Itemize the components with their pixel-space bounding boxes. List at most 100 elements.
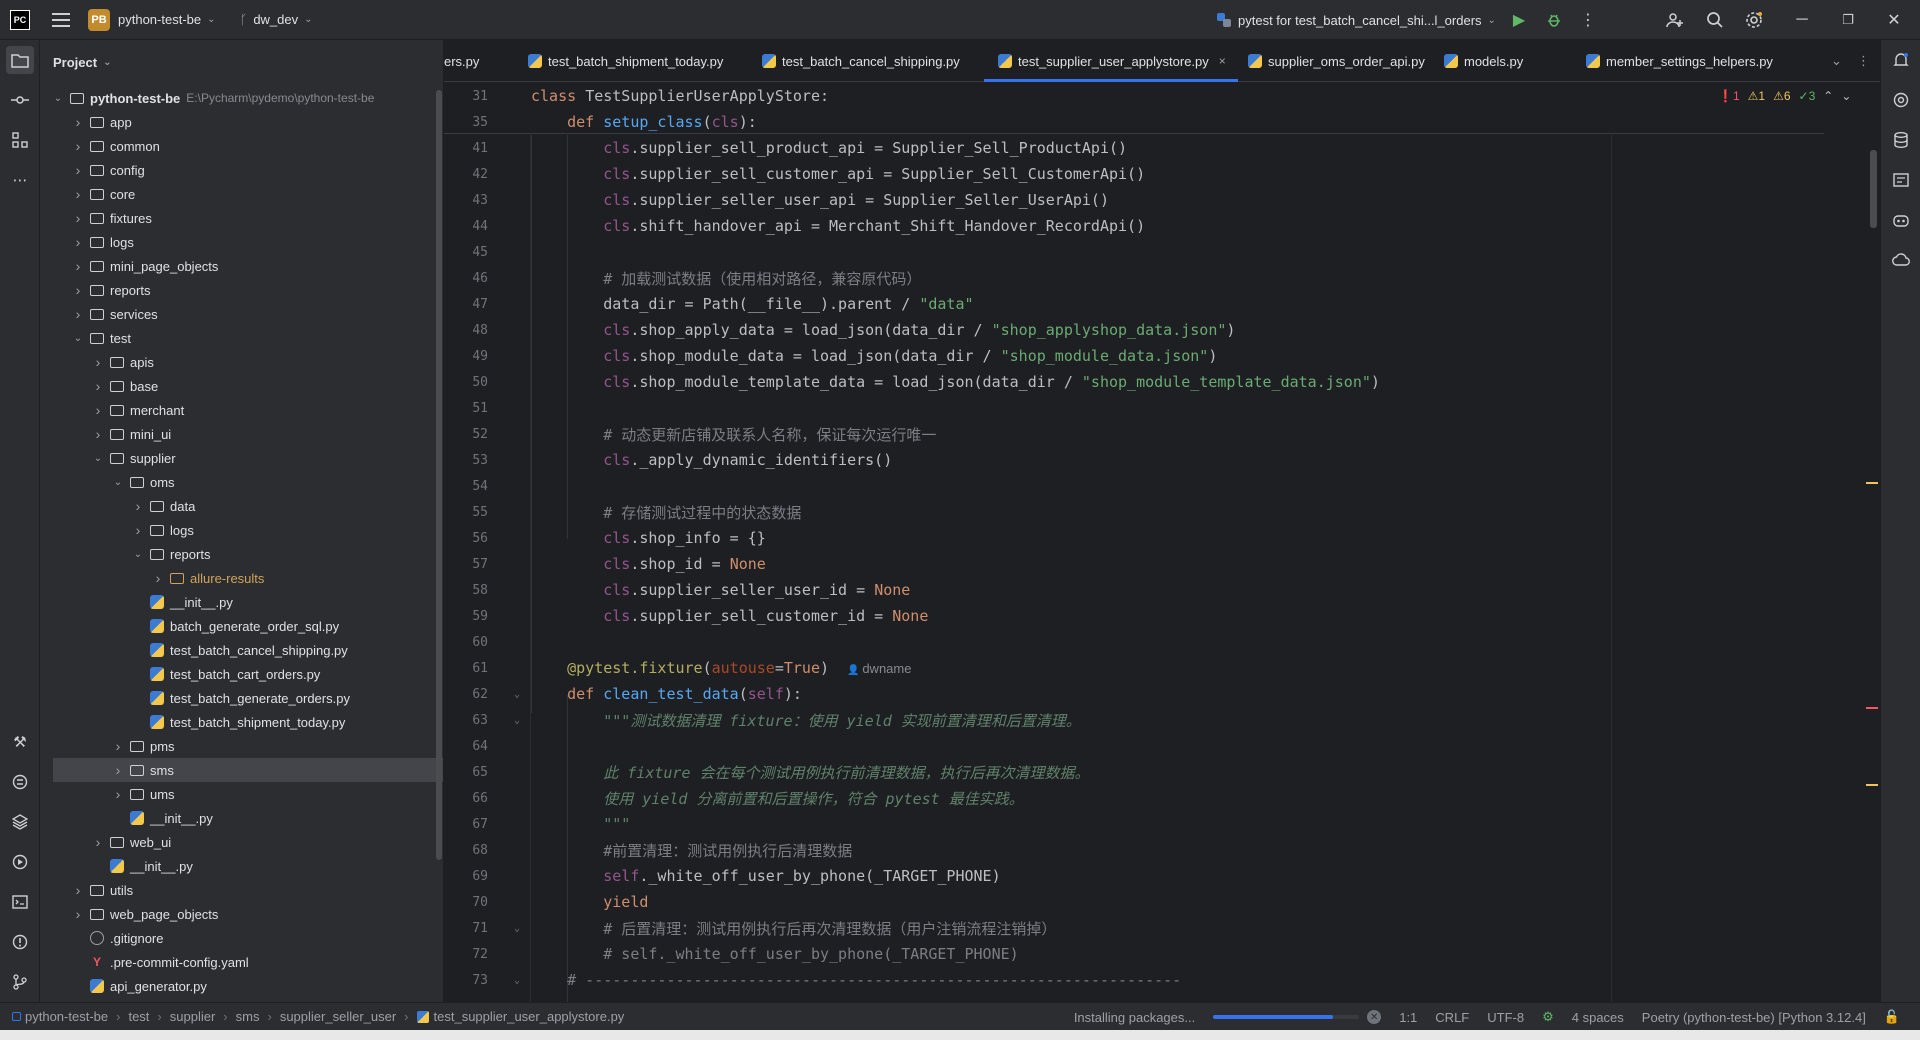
terminal-icon[interactable] (10, 892, 30, 912)
chevron-right-icon[interactable]: › (92, 378, 104, 394)
chevron-right-icon[interactable]: › (72, 186, 84, 202)
line-number[interactable]: 68 (444, 843, 488, 858)
project-switcher[interactable]: python-test-be (118, 12, 201, 27)
code-line[interactable]: 67 """ (444, 811, 1824, 837)
code-line[interactable]: 68 #前置清理：测试用例执行后清理数据 (444, 837, 1824, 863)
python-interpreter[interactable]: Poetry (python-test-be) [Python 3.12.4] (1642, 1010, 1866, 1025)
tree-item[interactable]: › services (72, 302, 158, 326)
code-line[interactable]: 59 cls.supplier_sell_customer_id = None (444, 603, 1824, 629)
line-number[interactable]: 54 (444, 479, 488, 494)
line-number[interactable]: 50 (444, 375, 488, 390)
code-line[interactable]: 52 # 动态更新店铺及联系人名称，保证每次运行唯一 (444, 421, 1824, 447)
tree-item[interactable]: ⌄ reports (132, 542, 211, 566)
tree-item[interactable]: › sms (53, 758, 443, 782)
code-line[interactable]: 48 cls.shop_apply_data = load_json(data_… (444, 317, 1824, 343)
file-encoding[interactable]: UTF-8 (1487, 1010, 1524, 1025)
main-menu-icon[interactable] (52, 12, 70, 27)
line-number[interactable]: 72 (444, 947, 488, 962)
code-line[interactable]: 58 cls.supplier_seller_user_id = None (444, 577, 1824, 603)
chevron-down-icon[interactable]: ⌄ (52, 93, 64, 104)
tree-item[interactable]: test_batch_generate_orders.py (132, 686, 350, 710)
search-icon[interactable] (1705, 10, 1725, 30)
breadcrumb-item[interactable]: sms (236, 1009, 260, 1024)
git-branch-icon[interactable]: ᚴ (240, 12, 248, 27)
code-line[interactable]: 54 (444, 473, 1824, 499)
chevron-down-icon[interactable]: ⌄ (103, 57, 111, 68)
debug-icon[interactable] (1544, 10, 1564, 30)
tree-item[interactable]: › reports (72, 278, 151, 302)
code-line[interactable]: 56 cls.shop_info = {} (444, 525, 1824, 551)
line-number[interactable]: 41 (444, 141, 488, 156)
author-hint[interactable]: 👤 dwname (847, 661, 911, 676)
chevron-right-icon[interactable]: › (72, 138, 84, 154)
background-task-label[interactable]: Installing packages... (1074, 1010, 1195, 1025)
chevron-right-icon[interactable]: › (92, 402, 104, 418)
error-marker[interactable] (1866, 707, 1878, 709)
line-number[interactable]: 53 (444, 453, 488, 468)
fold-chevron-icon[interactable]: ⌄ (514, 923, 520, 934)
line-number[interactable]: 47 (444, 297, 488, 312)
code-line[interactable]: 49 cls.shop_module_data = load_json(data… (444, 343, 1824, 369)
code-line[interactable]: 31 class TestSupplierUserApplyStore: (444, 83, 1824, 109)
code-line[interactable]: 42 cls.supplier_sell_customer_api = Supp… (444, 161, 1824, 187)
chevron-right-icon[interactable]: › (72, 210, 84, 226)
line-number[interactable]: 61 (444, 661, 488, 676)
line-number[interactable]: 70 (444, 895, 488, 910)
line-separator[interactable]: CRLF (1435, 1010, 1469, 1025)
sciview-icon[interactable] (1891, 170, 1911, 190)
code-line[interactable]: 65 此 fixture 会在每个测试用例执行前清理数据，执行后再次清理数据。 (444, 759, 1824, 785)
code-line[interactable]: 35 def setup_class(cls): (444, 109, 1824, 135)
line-number[interactable]: 66 (444, 791, 488, 806)
editor-scrollbar[interactable] (1870, 150, 1877, 228)
tree-item[interactable]: ⌄ oms (112, 470, 175, 494)
tree-item[interactable]: __init__.py (112, 806, 213, 830)
editor-tab[interactable]: models.py (1444, 40, 1523, 82)
cloud-icon[interactable] (1891, 250, 1911, 270)
fold-chevron-icon[interactable]: ⌄ (514, 975, 520, 986)
code-line[interactable]: 72 # self._white_off_user_by_phone(_TARG… (444, 941, 1824, 967)
tree-item[interactable]: __init__.py (132, 590, 233, 614)
code-line[interactable]: 50 cls.shop_module_template_data = load_… (444, 369, 1824, 395)
code-line[interactable]: 60 (444, 629, 1824, 655)
tree-item[interactable]: api_generator.py (72, 974, 207, 998)
code-line[interactable]: 62 ⌄ def clean_test_data(self): (444, 681, 1824, 707)
code-line[interactable]: 63 ⌄ """测试数据清理 fixture：使用 yield 实现前置清理和后置… (444, 707, 1824, 733)
editor-tab[interactable]: supplier_oms_order_api.py (1248, 40, 1425, 82)
chevron-right-icon[interactable]: › (92, 834, 104, 850)
line-number[interactable]: 55 (444, 505, 488, 520)
previous-highlight-icon[interactable]: ⌃ (1823, 89, 1833, 103)
line-number[interactable]: 59 (444, 609, 488, 624)
chevron-down-icon[interactable]: ⌄ (304, 14, 312, 25)
tree-item[interactable]: ⌄ supplier (92, 446, 176, 470)
tree-item[interactable]: › apis (92, 350, 154, 374)
next-highlight-icon[interactable]: ⌄ (1841, 89, 1851, 103)
chevron-right-icon[interactable]: › (72, 234, 84, 250)
chevron-right-icon[interactable]: › (72, 258, 84, 274)
chevron-right-icon[interactable]: › (132, 498, 144, 514)
line-number[interactable]: 65 (444, 765, 488, 780)
editor-tab[interactable]: member_settings_helpers.py (1586, 40, 1773, 82)
tree-item[interactable]: › mini_page_objects (72, 254, 219, 278)
line-number[interactable]: 69 (444, 869, 488, 884)
restore-icon[interactable]: ❐ (1838, 10, 1858, 30)
line-number[interactable]: 51 (444, 401, 488, 416)
tree-item[interactable]: › pms (112, 734, 175, 758)
services-icon[interactable] (10, 852, 30, 872)
breadcrumb-item[interactable]: test (128, 1009, 149, 1024)
breadcrumb-item[interactable]: supplier (170, 1009, 216, 1024)
tree-item[interactable]: batch_generate_order_sql.py (132, 614, 339, 638)
run-configuration-selector[interactable]: pytest for test_batch_cancel_shi...l_ord… (1216, 0, 1496, 40)
pycharm-logo-icon[interactable]: PC (10, 9, 30, 30)
structure-icon[interactable] (10, 130, 30, 150)
code-line[interactable]: 66 使用 yield 分离前置和后置操作，符合 pytest 最佳实践。 (444, 785, 1824, 811)
chevron-right-icon[interactable]: › (72, 906, 84, 922)
tree-item[interactable]: › fixtures (72, 206, 152, 230)
code-line[interactable]: 61 @pytest.fixture(autouse=True) 👤 dwnam… (444, 655, 1824, 681)
line-number[interactable]: 43 (444, 193, 488, 208)
line-number[interactable]: 52 (444, 427, 488, 442)
chevron-right-icon[interactable]: › (112, 762, 124, 778)
cancel-task-icon[interactable]: ✕ (1367, 1010, 1382, 1024)
code-line[interactable]: 43 cls.supplier_seller_user_api = Suppli… (444, 187, 1824, 213)
chevron-right-icon[interactable]: › (72, 306, 84, 322)
code-line[interactable]: 55 # 存储测试过程中的状态数据 (444, 499, 1824, 525)
